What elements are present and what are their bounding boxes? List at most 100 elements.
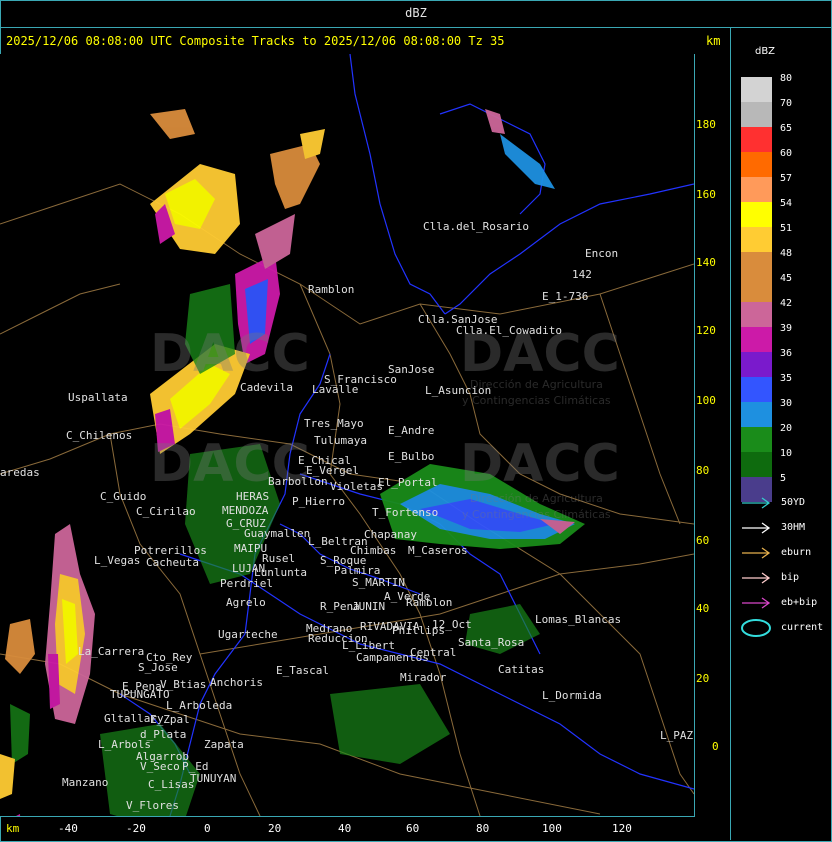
- dbz-swatch: [741, 227, 772, 252]
- y-tick: 120: [696, 324, 716, 337]
- place-label: L_Asuncion: [425, 384, 492, 397]
- x-tick: 80: [476, 822, 490, 835]
- dbz-swatch: [741, 252, 772, 277]
- dbz-swatch: [741, 302, 772, 327]
- place-label: El_Portal: [378, 476, 438, 489]
- dbz-swatch: [741, 352, 772, 377]
- dacc-watermark-line2b: y Contingencias Climáticas: [462, 508, 611, 521]
- place-label: L_Arboleda: [166, 699, 233, 712]
- legend-title: dBZ: [754, 46, 776, 57]
- dbz-swatch: [741, 327, 772, 352]
- place-label: C_Chilenos: [66, 429, 133, 442]
- place-label: Guaymallen: [244, 527, 311, 540]
- place-label: Clla.El_Cowadito: [456, 324, 562, 337]
- place-label: E_1-736: [542, 290, 589, 303]
- place-label: Uspallata: [68, 391, 128, 404]
- track-arrow-icon: [742, 597, 771, 609]
- x-tick: 60: [406, 822, 420, 835]
- place-label: Violetas: [330, 480, 383, 493]
- unit-header: dBZ: [405, 6, 427, 20]
- dbz-swatch: [741, 127, 772, 152]
- track-label: 30HM: [781, 522, 806, 533]
- place-label: JUNIN: [352, 600, 386, 613]
- y-tick: 80: [696, 464, 710, 477]
- place-label: P_Hierro: [292, 495, 345, 508]
- place-label: L_Dormida: [542, 689, 602, 702]
- dbz-label: 39: [780, 323, 793, 334]
- dbz-label: 60: [780, 148, 793, 159]
- place-label: E_Bulbo: [388, 450, 435, 463]
- dbz-swatch: [741, 452, 772, 477]
- place-label: 142: [572, 268, 592, 281]
- radar-map[interactable]: DACC DACC Dirección de Agricultura y Con…: [0, 54, 695, 817]
- y-tick: 140: [696, 256, 716, 269]
- place-label: C_Guido: [100, 490, 147, 503]
- dbz-swatch: [741, 402, 772, 427]
- dbz-swatch: [741, 102, 772, 127]
- track-label: 50YD: [781, 497, 806, 508]
- place-label: Anchoris: [210, 676, 263, 689]
- dacc-watermark-line1b: Dirección de Agricultura: [470, 492, 603, 505]
- track-arrow-icon: [742, 547, 771, 559]
- dacc-watermark-1: DACC: [150, 324, 310, 384]
- place-label: Mirador: [400, 671, 447, 684]
- header-divider: [0, 27, 832, 28]
- place-label: L_Vegas: [94, 554, 141, 567]
- place-label: Manzano: [62, 776, 109, 789]
- dbz-label: 51: [780, 223, 793, 234]
- dbz-swatch: [741, 77, 772, 102]
- place-label: HERAS: [236, 490, 270, 503]
- place-label: Tres_Mayo: [304, 417, 364, 430]
- place-label: E_Tascal: [276, 664, 329, 677]
- place-label: Lavalle: [312, 383, 359, 396]
- place-label: Tulumaya: [314, 434, 367, 447]
- y-tick: 20: [696, 672, 710, 685]
- x-tick: 20: [268, 822, 282, 835]
- track-arrow-icon: [742, 522, 771, 534]
- place-label: Rusel: [262, 552, 296, 565]
- place-label: Encon: [585, 247, 619, 260]
- x-tick: 100: [542, 822, 562, 835]
- dbz-label: 65: [780, 123, 793, 134]
- place-label: Lomas_Blancas: [535, 613, 622, 626]
- dbz-swatch: [741, 377, 772, 402]
- track-label: current: [781, 622, 824, 633]
- place-label: TUNUYAN: [190, 772, 237, 785]
- dbz-label: 54: [780, 198, 793, 209]
- dbz-label: 20: [780, 423, 793, 434]
- place-label: Agrelo: [226, 596, 266, 609]
- dbz-label: 57: [780, 173, 793, 184]
- place-label: Zapata: [204, 738, 244, 751]
- place-label: 12_Oct: [432, 618, 472, 631]
- dbz-label: 36: [780, 348, 793, 359]
- dbz-swatch: [741, 177, 772, 202]
- dbz-label: 45: [780, 273, 793, 284]
- place-label: La_Carrera: [78, 645, 145, 658]
- y-tick: 100: [696, 394, 716, 407]
- y-tick: 160: [696, 188, 716, 201]
- place-label: E_Zpal: [150, 713, 190, 726]
- y-tick: 180: [696, 118, 716, 131]
- place-label: Cadevila: [240, 381, 293, 394]
- track-label: eburn: [781, 547, 812, 558]
- y-tick: 40: [696, 602, 710, 615]
- y-tick: 0: [712, 740, 719, 753]
- place-label: Santa_Rosa: [458, 636, 525, 649]
- place-label: Ugarteche: [218, 628, 278, 641]
- place-label: Perdriel: [220, 577, 273, 590]
- km-unit-top: km: [706, 34, 721, 48]
- track-arrow-icon: [742, 572, 771, 584]
- place-label: Cacheuta: [146, 556, 199, 569]
- radar-title: 2025/12/06 08:08:00 UTC Composite Tracks…: [6, 34, 505, 48]
- y-axis: 180 160 140 120 100 80 60 40 20 0: [694, 54, 730, 816]
- place-label: V_Seco: [140, 760, 180, 773]
- place-label: L_PAZ: [660, 729, 694, 742]
- place-label: TUPUNGATO: [110, 688, 170, 701]
- place-label: Catitas: [498, 663, 545, 676]
- dbz-label: 5: [780, 473, 787, 484]
- dbz-label: 35: [780, 373, 793, 384]
- place-label: Ramblon: [308, 283, 355, 296]
- dacc-watermark-4: DACC: [460, 434, 620, 494]
- dbz-label: 70: [780, 98, 793, 109]
- place-label: Ramblon: [406, 596, 453, 609]
